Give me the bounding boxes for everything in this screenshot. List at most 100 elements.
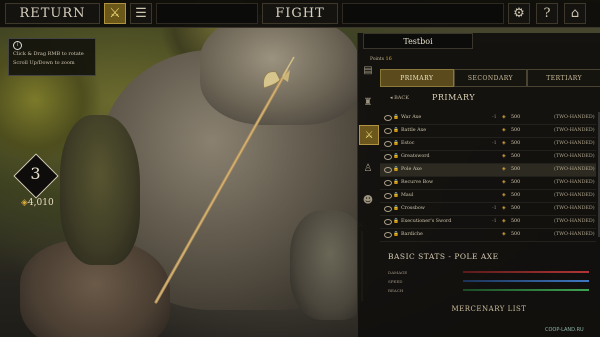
weapon-list: 🔒 War Axe -1 ◈ 500 (TWO-HANDED) 🔒 Battle Axe ◈ 50…: [380, 112, 596, 242]
gear-icon[interactable]: ⚙: [508, 3, 530, 24]
weapon-name: Bardiche: [401, 232, 423, 237]
coin-icon: ◈: [502, 206, 506, 211]
weapon-cost: 500: [511, 154, 521, 159]
weapon-type: (TWO-HANDED): [554, 232, 595, 237]
coin-icon: ◈: [502, 232, 506, 237]
lock-icon: 🔒: [393, 232, 399, 237]
weapon-row[interactable]: 🔒 Greatsword ◈ 500 (TWO-HANDED): [380, 151, 596, 164]
character-name: Testboi: [363, 33, 473, 49]
crossed-axes-icon[interactable]: ⚔: [104, 3, 126, 24]
eye-icon: [384, 232, 392, 238]
coin-icon: ◈: [502, 115, 506, 120]
level-number: 3: [30, 164, 41, 183]
lock-icon: 🔒: [393, 206, 399, 211]
weapon-name: Pole Axe: [401, 167, 422, 172]
weapon-type: (TWO-HANDED): [554, 115, 595, 120]
category-sidebar: ▤ ♜ ⚔ ♙ ☻: [358, 55, 379, 223]
return-button[interactable]: RETURN: [5, 3, 100, 24]
eye-icon: [384, 128, 392, 134]
breadcrumb: PRIMARY: [432, 93, 476, 102]
eye-icon: [384, 167, 392, 173]
weapon-row[interactable]: 🔒 Pole Axe ◈ 500 (TWO-HANDED): [380, 164, 596, 177]
back-button[interactable]: ◂ BACK: [390, 95, 409, 101]
weapon-name: Estoc: [401, 141, 415, 146]
armor-icon[interactable]: ♜: [359, 93, 377, 111]
stat-bar-speed: [463, 280, 589, 282]
weapon-name: Crossbow: [401, 206, 425, 211]
head-icon[interactable]: ☻: [359, 191, 377, 209]
coin-icon: ◈: [502, 193, 506, 198]
stat-bar-damage: [463, 271, 589, 273]
tab-tertiary[interactable]: TERTIARY: [527, 69, 600, 87]
eye-icon: [384, 154, 392, 160]
eye-icon: [384, 206, 392, 212]
mercenary-list-button[interactable]: MERCENARY LIST: [380, 301, 598, 317]
weapon-penalty: -1: [492, 219, 497, 224]
weapon-cost: 500: [511, 193, 521, 198]
gold-counter: ◈4,010: [21, 198, 54, 208]
weapon-penalty: -1: [492, 141, 497, 146]
lock-icon: 🔒: [393, 141, 399, 146]
hint-zoom: Scroll Up/Down to zoom: [13, 60, 75, 66]
help-button[interactable]: ?: [536, 3, 558, 24]
tab-secondary[interactable]: SECONDARY: [453, 69, 528, 87]
weapon-row[interactable]: 🔒 Estoc -1 ◈ 500 (TWO-HANDED): [380, 138, 596, 151]
controls-hint-box: i Click & Drag RMB to rotate Scroll Up/D…: [8, 38, 96, 76]
stat-label-speed: SPEED: [388, 279, 403, 284]
scroll-icon[interactable]: ☰: [130, 3, 152, 24]
weapon-penalty: -1: [492, 115, 497, 120]
weapon-name: Maul: [401, 193, 414, 198]
lock-icon: 🔒: [393, 128, 399, 133]
eye-icon: [384, 115, 392, 121]
eye-icon: [384, 219, 392, 225]
coin-icon: ◈: [502, 167, 506, 172]
weapon-row[interactable]: 🔒 Crossbow -1 ◈ 500 (TWO-HANDED): [380, 203, 596, 216]
hint-rotate: Click & Drag RMB to rotate: [13, 51, 84, 57]
weapon-penalty: -1: [492, 206, 497, 211]
weapon-row[interactable]: 🔒 Executioner's Sword -1 ◈ 500 (TWO-HANDED): [380, 216, 596, 229]
weapon-name: Recurve Bow: [401, 180, 434, 185]
lock-icon: 🔒: [393, 115, 399, 120]
tab-primary[interactable]: PRIMARY: [380, 69, 454, 87]
weapon-row[interactable]: 🔒 Maul ◈ 500 (TWO-HANDED): [380, 190, 596, 203]
points-value: 16: [385, 56, 392, 62]
top-bar: RETURN ⚔ ☰ FIGHT ⚙ ? ⌂: [0, 0, 600, 28]
lock-icon: 🔒: [393, 167, 399, 172]
weapon-row[interactable]: 🔒 Battle Axe ◈ 500 (TWO-HANDED): [380, 125, 596, 138]
door-icon[interactable]: ⌂: [564, 3, 586, 24]
coin-icon: ◈: [502, 141, 506, 146]
weapon-name: Battle Axe: [401, 128, 427, 133]
weapon-type: (TWO-HANDED): [554, 219, 595, 224]
coin-icon: ◈: [502, 219, 506, 224]
info-icon: i: [13, 41, 22, 50]
weapon-type: (TWO-HANDED): [554, 128, 595, 133]
weapon-type: (TWO-HANDED): [554, 180, 595, 185]
lock-icon: 🔒: [393, 180, 399, 185]
book-icon[interactable]: ▤: [359, 61, 377, 79]
figure-icon[interactable]: ♙: [359, 159, 377, 177]
eye-icon: [384, 180, 392, 186]
fight-button[interactable]: FIGHT: [262, 3, 338, 24]
eye-icon: [384, 193, 392, 199]
loadout-panel: Testboi Points 16 ▤ ♜ ⚔ ♙ ☻ PRIMARY SECO…: [357, 33, 600, 337]
coin-icon: ◈: [502, 154, 506, 159]
weapon-type: (TWO-HANDED): [554, 167, 595, 172]
weapon-row[interactable]: 🔒 Bardiche ◈ 500 (TWO-HANDED): [380, 229, 596, 242]
weapon-row[interactable]: 🔒 War Axe -1 ◈ 500 (TWO-HANDED): [380, 112, 596, 125]
coin-icon: ◈: [502, 128, 506, 133]
gold-value: 4,010: [27, 198, 54, 208]
weapon-cost: 500: [511, 167, 521, 172]
top-bar-slot-left: [156, 3, 258, 24]
eye-icon: [384, 141, 392, 147]
weapon-cost: 500: [511, 141, 521, 146]
lock-icon: 🔒: [393, 219, 399, 224]
weapon-cost: 500: [511, 206, 521, 211]
coin-icon: ◈: [21, 198, 28, 208]
top-bar-slot-right: [342, 3, 504, 24]
weapon-type: (TWO-HANDED): [554, 141, 595, 146]
coin-icon: ◈: [502, 180, 506, 185]
weapon-category-icon[interactable]: ⚔: [359, 125, 379, 145]
stats-title: BASIC STATS - POLE AXE: [388, 252, 499, 261]
lock-icon: 🔒: [393, 193, 399, 198]
weapon-row[interactable]: 🔒 Recurve Bow ◈ 500 (TWO-HANDED): [380, 177, 596, 190]
